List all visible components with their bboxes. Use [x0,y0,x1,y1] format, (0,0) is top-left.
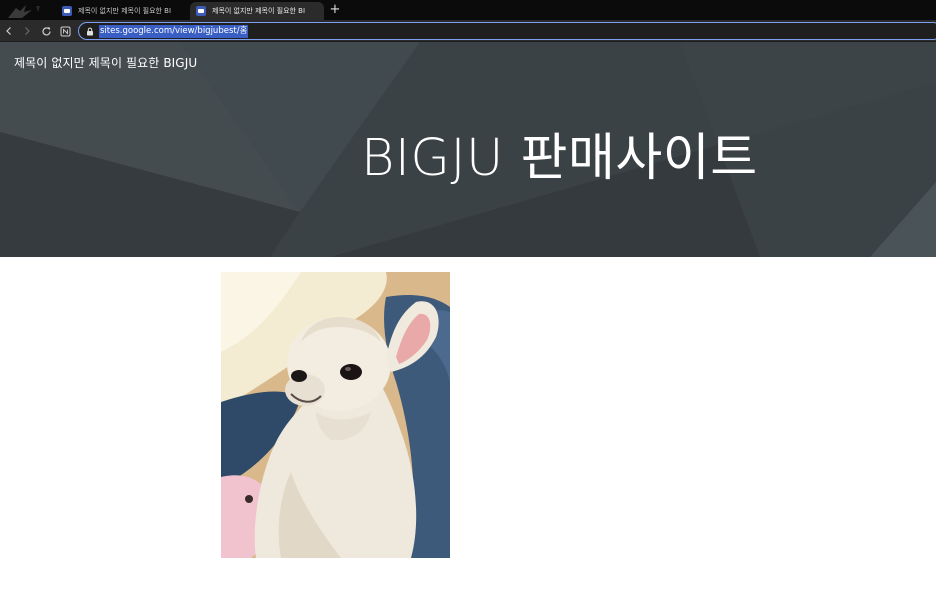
main-content [0,257,936,599]
dog-photo [221,272,450,558]
google-sites-icon [196,6,206,16]
lock-icon [87,27,93,35]
forward-button[interactable] [19,23,35,39]
reload-icon [41,26,51,36]
tab-active[interactable]: 제목이 없지만 제목이 필요한 BI [190,2,324,20]
back-button[interactable] [1,23,17,39]
page-title: BIGJU 판매사이트 [361,129,758,188]
new-tab-button[interactable]: + [327,1,343,19]
site-name[interactable]: 제목이 없지만 제목이 필요한 BIGJU [14,54,197,71]
address-bar[interactable]: sites.google.com/view/bigjubest/홈 [78,22,936,40]
browser-toolbar: sites.google.com/view/bigjubest/홈 [0,20,936,42]
tab-inactive[interactable]: 제목이 없지만 제목이 필요한 BI [56,2,188,20]
reload-button[interactable] [38,23,54,39]
browser-tabstrip: 제목이 없지만 제목이 필요한 BI 제목이 없지만 제목이 필요한 BI + [0,0,936,20]
forward-icon [25,27,30,35]
tab-title: 제목이 없지만 제목이 필요한 BI [78,7,172,15]
extension-icon [60,26,70,36]
address-url[interactable]: sites.google.com/view/bigjubest/홈 [99,24,249,38]
tab-title: 제목이 없지만 제목이 필요한 BI [212,7,306,15]
hero-banner: 제목이 없지만 제목이 필요한 BIGJU BIGJU 판매사이트 [0,42,936,257]
extension-button[interactable] [57,23,73,39]
bird-logo-icon [8,5,40,18]
back-icon [6,27,11,35]
google-sites-icon [62,6,72,16]
